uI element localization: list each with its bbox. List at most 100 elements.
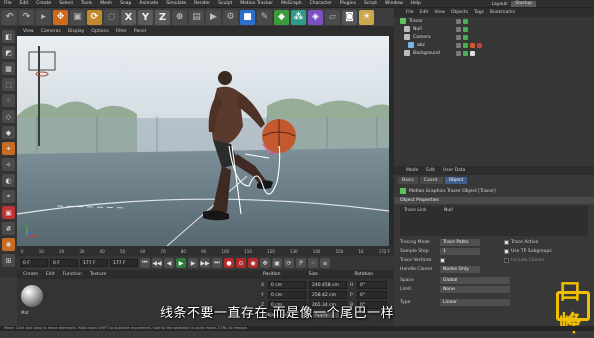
array-icon[interactable]: ⁂ <box>291 9 306 25</box>
tweak-icon[interactable]: ✧ <box>2 158 15 171</box>
object-name[interactable]: Null <box>413 27 422 32</box>
redo-icon[interactable]: ↷ <box>19 9 34 25</box>
autokey-icon[interactable]: ⊙ <box>236 258 246 268</box>
select-icon[interactable]: ▸ <box>36 9 51 25</box>
menu-item-mograph[interactable]: MoGraph <box>281 1 301 6</box>
object-row-null[interactable]: Null <box>394 25 594 33</box>
viewport[interactable] <box>17 36 389 246</box>
object-name[interactable]: Tracer <box>409 19 423 24</box>
object-row-tracer[interactable]: Tracer <box>394 17 594 25</box>
pos-y-field[interactable]: 0 cm <box>268 291 306 299</box>
rotate-key-icon[interactable]: ⟳ <box>284 258 294 268</box>
tracing-mode-dropdown[interactable]: Trace Paths <box>440 239 480 246</box>
attribute-menu-mode[interactable]: Mode <box>406 168 418 173</box>
visibility-toggle-icon[interactable] <box>456 42 461 48</box>
viewport-menu-display[interactable]: Display <box>68 29 85 34</box>
material-menu-edit[interactable]: Edit <box>46 272 55 277</box>
space-dropdown[interactable]: Global <box>440 277 510 284</box>
sample-step-field[interactable]: 1 <box>440 248 480 255</box>
grid-icon[interactable]: # <box>2 222 15 235</box>
material-menu-texture[interactable]: Texture <box>90 272 106 277</box>
object-row-background[interactable]: Background <box>394 49 594 57</box>
object-menu-objects[interactable]: Objects <box>451 10 468 15</box>
object-menu-view[interactable]: View <box>434 10 445 15</box>
object-menu-file[interactable]: File <box>406 10 414 15</box>
undo-icon[interactable]: ↶ <box>2 9 17 25</box>
make-editable-icon[interactable]: ◧ <box>2 30 15 43</box>
end-frame-field[interactable]: 177 F <box>80 259 108 267</box>
render-view-icon[interactable]: ▤ <box>189 9 204 25</box>
prev-key-icon[interactable]: ◀◀ <box>152 258 162 268</box>
object-name[interactable]: Background <box>413 51 440 56</box>
viewport-menu-filter[interactable]: Filter <box>116 29 127 34</box>
prev-frame-icon[interactable]: ◀ <box>164 258 174 268</box>
camera-icon[interactable]: ◙ <box>342 9 357 25</box>
move-key-icon[interactable]: ✥ <box>260 258 270 268</box>
limit-dropdown[interactable]: None <box>440 286 510 293</box>
menu-item-file[interactable]: File <box>4 1 12 6</box>
lock-icon[interactable]: ▣ <box>2 206 15 219</box>
object-menu-tags[interactable]: Tags <box>474 10 484 15</box>
last-frame-icon[interactable]: ⏭ <box>212 258 222 268</box>
visibility-toggle-icon[interactable] <box>463 34 468 40</box>
material-tag-icon[interactable] <box>477 42 482 48</box>
visibility-toggle-icon[interactable] <box>456 26 461 32</box>
menu-item-render[interactable]: Render <box>194 1 210 6</box>
visibility-toggle-icon[interactable] <box>456 50 461 56</box>
material-preview-icon[interactable] <box>21 285 43 307</box>
handle-clones-dropdown[interactable]: Nodes Only <box>440 266 480 273</box>
pen-icon[interactable]: ✎ <box>257 9 272 25</box>
object-row-camera[interactable]: Camera <box>394 33 594 41</box>
menu-item-edit[interactable]: Edit <box>20 1 29 6</box>
size-x-field[interactable]: 240.458 cm <box>309 281 347 289</box>
point-key-icon[interactable]: ⁘ <box>308 258 318 268</box>
first-frame-icon[interactable]: ⏮ <box>140 258 150 268</box>
next-key-icon[interactable]: ▶▶ <box>200 258 210 268</box>
workplane-icon[interactable]: ⬚ <box>2 78 15 91</box>
include-clones-checkbox[interactable] <box>504 258 509 263</box>
y-axis-button[interactable]: Y <box>138 9 153 25</box>
object-row-abc[interactable]: abc <box>394 41 594 49</box>
menu-item-simulate[interactable]: Simulate <box>166 1 186 6</box>
viewport-menu-options[interactable]: Options <box>91 29 108 34</box>
trace-vertices-checkbox[interactable] <box>440 258 445 263</box>
menu-item-select[interactable]: Select <box>59 1 73 6</box>
play-icon[interactable]: ▶ <box>176 258 186 268</box>
use-tp-subgroups-checkbox[interactable] <box>504 249 509 254</box>
size-y-field[interactable]: 258.42 cm <box>309 291 347 299</box>
preview-end-field[interactable]: 177 F <box>110 259 138 267</box>
menu-item-character[interactable]: Character <box>310 1 332 6</box>
rotate-icon[interactable]: ⟳ <box>87 9 102 25</box>
material-tag-icon[interactable] <box>470 42 475 48</box>
material-label[interactable]: Mat <box>21 310 28 315</box>
viewport-menu-view[interactable]: View <box>23 29 34 34</box>
tab-coord[interactable]: Coord. <box>419 177 443 184</box>
start-frame-field[interactable]: 0 F <box>20 259 48 267</box>
menu-item-animate[interactable]: Animate <box>139 1 158 6</box>
subdivide-icon[interactable]: ◆ <box>274 9 289 25</box>
points-mode-icon[interactable]: ⁘ <box>2 94 15 107</box>
object-name[interactable]: Camera <box>413 35 431 40</box>
scale-key-icon[interactable]: ▣ <box>272 258 282 268</box>
sculpt-icon[interactable]: ✺ <box>2 238 15 251</box>
visibility-toggle-icon[interactable] <box>463 26 468 32</box>
x-axis-button[interactable]: X <box>121 9 136 25</box>
visibility-toggle-icon[interactable] <box>463 50 468 56</box>
attribute-menu-user-data[interactable]: User Data <box>443 168 465 173</box>
menu-item-help[interactable]: Help <box>411 1 421 6</box>
menu-item-create[interactable]: Create <box>36 1 51 6</box>
texture-tag-icon[interactable] <box>470 50 475 56</box>
layout-dropdown[interactable]: Startup <box>511 1 536 7</box>
trace-active-checkbox[interactable] <box>504 240 509 245</box>
z-axis-button[interactable]: Z <box>155 9 170 25</box>
rot-h-field[interactable]: 0° <box>357 281 387 289</box>
visibility-toggle-icon[interactable] <box>463 42 468 48</box>
current-frame-field[interactable]: 0 F <box>50 259 78 267</box>
viewport-menu-cameras[interactable]: Cameras <box>41 29 61 34</box>
model-mode-icon[interactable]: ◩ <box>2 46 15 59</box>
attribute-menu-edit[interactable]: Edit <box>426 168 435 173</box>
snap-icon[interactable]: ⌖ <box>2 190 15 203</box>
tab-basic[interactable]: Basic <box>398 177 418 184</box>
object-menu-edit[interactable]: Edit <box>420 10 429 15</box>
move-icon[interactable]: ✥ <box>53 9 68 25</box>
